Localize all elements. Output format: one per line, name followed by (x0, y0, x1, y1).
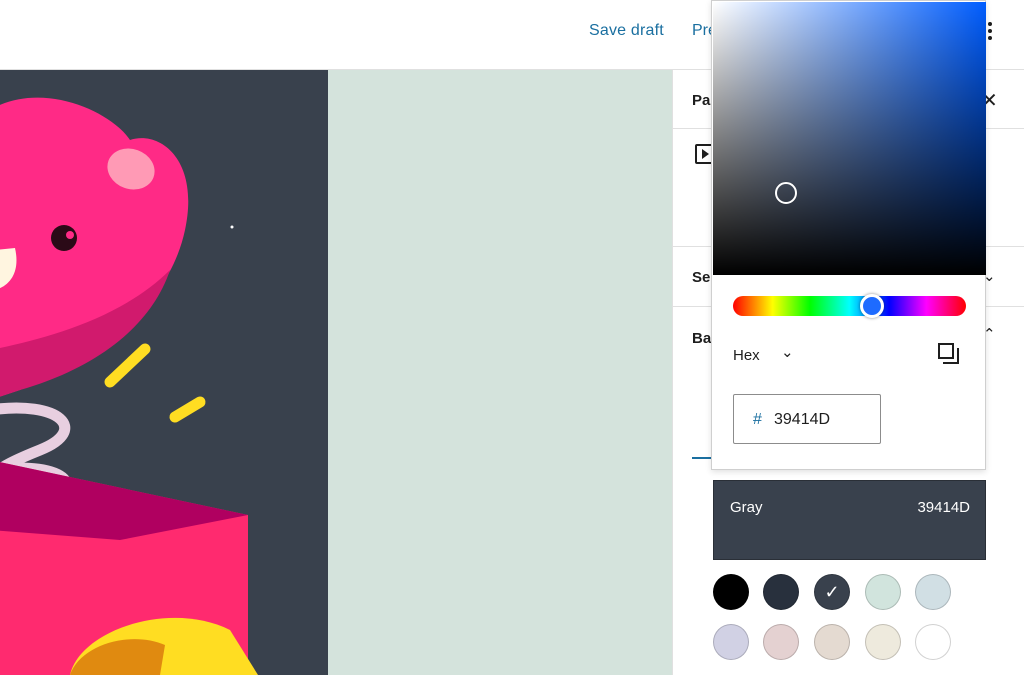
editor-app: Save draft Pre Pa ✕ Se ⌄ Ba ⌃ Gray 39414… (0, 0, 1024, 675)
color-swatch-green[interactable] (865, 574, 901, 610)
color-swatch-purple[interactable] (713, 624, 749, 660)
color-swatch-yellow[interactable] (865, 624, 901, 660)
cover-image-area[interactable] (0, 70, 328, 675)
hex-prefix: # (753, 411, 762, 428)
hue-slider-handle[interactable] (860, 294, 884, 318)
save-draft-button[interactable]: Save draft (589, 22, 664, 40)
sidebar-tab-page[interactable]: Pa (692, 92, 710, 109)
selected-color-hex: 39414D (917, 499, 970, 516)
hue-slider[interactable] (733, 296, 966, 316)
color-swatch-blue[interactable] (915, 574, 951, 610)
color-swatch-black[interactable] (713, 574, 749, 610)
section-background-header[interactable]: Ba (692, 330, 711, 347)
selected-color-preview[interactable]: Gray 39414D (713, 480, 986, 560)
color-format-label[interactable]: Hex (733, 347, 760, 364)
color-swatch-gray[interactable]: ✓ (814, 574, 850, 610)
color-swatch-orange[interactable] (814, 624, 850, 660)
copy-icon[interactable] (938, 343, 960, 365)
saturation-area[interactable] (713, 2, 986, 275)
chevron-down-icon[interactable]: ⌄ (781, 343, 794, 361)
color-picker-popover: Hex ⌄ # 39414D (711, 0, 986, 470)
color-swatch-red[interactable] (763, 624, 799, 660)
saturation-handle[interactable] (775, 182, 797, 204)
color-swatch-dark-navy[interactable] (763, 574, 799, 610)
hex-value[interactable]: 39414D (774, 411, 830, 429)
hex-input[interactable]: # 39414D (733, 394, 881, 444)
color-swatch-white[interactable] (915, 624, 951, 660)
section-settings-header[interactable]: Se (692, 269, 710, 286)
content-area[interactable] (328, 70, 672, 675)
jack-in-the-box-illustration (0, 97, 258, 675)
checkmark-icon: ✓ (824, 581, 840, 602)
selected-color-name: Gray (730, 499, 763, 516)
